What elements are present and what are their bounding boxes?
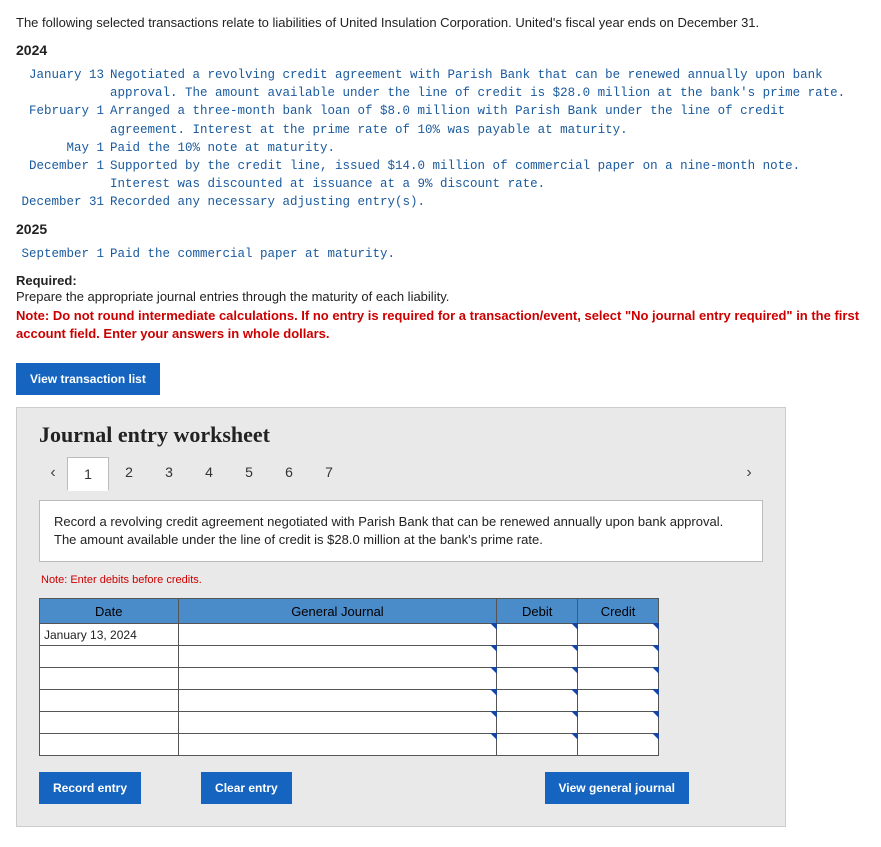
- transaction-row: May 1Paid the 10% note at maturity.: [16, 139, 865, 157]
- table-row: [40, 712, 659, 734]
- transaction-desc: Recorded any necessary adjusting entry(s…: [110, 193, 865, 211]
- required-text: Prepare the appropriate journal entries …: [16, 288, 865, 306]
- date-cell[interactable]: [40, 690, 179, 712]
- credit-cell[interactable]: [578, 624, 659, 646]
- credit-cell[interactable]: [578, 668, 659, 690]
- credit-cell[interactable]: [578, 690, 659, 712]
- year-header-2024: 2024: [16, 42, 865, 58]
- intro-text: The following selected transactions rela…: [16, 14, 865, 32]
- transactions-2024: January 13Negotiated a revolving credit …: [16, 66, 865, 211]
- tab-2[interactable]: 2: [109, 456, 149, 488]
- worksheet-title: Journal entry worksheet: [39, 422, 763, 448]
- account-cell[interactable]: [178, 734, 497, 756]
- account-cell[interactable]: [178, 646, 497, 668]
- debits-before-credits-note: Note: Enter debits before credits.: [41, 574, 763, 586]
- transaction-date: February 1: [16, 102, 110, 120]
- debit-cell[interactable]: [497, 734, 578, 756]
- table-row: January 13, 2024: [40, 624, 659, 646]
- debit-cell[interactable]: [497, 624, 578, 646]
- tab-5[interactable]: 5: [229, 456, 269, 488]
- col-general-journal: General Journal: [178, 599, 497, 624]
- account-cell[interactable]: [178, 624, 497, 646]
- account-cell[interactable]: [178, 712, 497, 734]
- transaction-date: January 13: [16, 66, 110, 84]
- chevron-left-icon[interactable]: ‹: [39, 464, 67, 482]
- transaction-row: December 1Supported by the credit line, …: [16, 157, 865, 193]
- transaction-desc: Negotiated a revolving credit agreement …: [110, 66, 865, 102]
- account-cell[interactable]: [178, 668, 497, 690]
- view-transaction-list-button[interactable]: View transaction list: [16, 363, 160, 395]
- tab-7[interactable]: 7: [309, 456, 349, 488]
- table-row: [40, 646, 659, 668]
- transaction-date: December 1: [16, 157, 110, 175]
- table-row: [40, 690, 659, 712]
- col-date: Date: [40, 599, 179, 624]
- transaction-row: February 1Arranged a three-month bank lo…: [16, 102, 865, 138]
- tab-3[interactable]: 3: [149, 456, 189, 488]
- chevron-right-icon[interactable]: ›: [735, 464, 763, 482]
- dropdown-indicator-icon: [652, 667, 659, 674]
- clear-entry-button[interactable]: Clear entry: [201, 772, 292, 804]
- year-header-2025: 2025: [16, 221, 865, 237]
- dropdown-indicator-icon: [652, 645, 659, 652]
- transaction-date: December 31: [16, 193, 110, 211]
- date-cell[interactable]: January 13, 2024: [40, 624, 179, 646]
- record-entry-button[interactable]: Record entry: [39, 772, 141, 804]
- transaction-desc: Arranged a three-month bank loan of $8.0…: [110, 102, 865, 138]
- dropdown-indicator-icon: [652, 711, 659, 718]
- debit-cell[interactable]: [497, 712, 578, 734]
- account-cell[interactable]: [178, 690, 497, 712]
- tab-1[interactable]: 1: [67, 457, 109, 491]
- transaction-row: January 13Negotiated a revolving credit …: [16, 66, 865, 102]
- table-row: [40, 734, 659, 756]
- tabs-row: ‹ 1234567 ›: [39, 456, 763, 490]
- transaction-desc: Paid the commercial paper at maturity.: [110, 245, 865, 263]
- dropdown-indicator-icon: [652, 623, 659, 630]
- transaction-row: December 31Recorded any necessary adjust…: [16, 193, 865, 211]
- required-header: Required:: [16, 273, 865, 288]
- dropdown-indicator-icon: [652, 689, 659, 696]
- transaction-row: September 1Paid the commercial paper at …: [16, 245, 865, 263]
- date-cell[interactable]: [40, 712, 179, 734]
- date-cell[interactable]: [40, 646, 179, 668]
- col-debit: Debit: [497, 599, 578, 624]
- date-cell[interactable]: [40, 734, 179, 756]
- debit-cell[interactable]: [497, 690, 578, 712]
- tab-4[interactable]: 4: [189, 456, 229, 488]
- transactions-2025: September 1Paid the commercial paper at …: [16, 245, 865, 263]
- journal-entry-worksheet-panel: Journal entry worksheet ‹ 1234567 › Reco…: [16, 407, 786, 827]
- tab-6[interactable]: 6: [269, 456, 309, 488]
- dropdown-indicator-icon: [652, 733, 659, 740]
- table-row: [40, 668, 659, 690]
- entry-description: Record a revolving credit agreement nego…: [39, 500, 763, 562]
- debit-cell[interactable]: [497, 646, 578, 668]
- credit-cell[interactable]: [578, 646, 659, 668]
- transaction-date: September 1: [16, 245, 110, 263]
- date-cell[interactable]: [40, 668, 179, 690]
- required-note: Note: Do not round intermediate calculat…: [16, 307, 865, 343]
- view-general-journal-button[interactable]: View general journal: [545, 772, 689, 804]
- credit-cell[interactable]: [578, 734, 659, 756]
- journal-entry-table: Date General Journal Debit Credit Januar…: [39, 598, 659, 756]
- col-credit: Credit: [578, 599, 659, 624]
- transaction-desc: Paid the 10% note at maturity.: [110, 139, 865, 157]
- transaction-date: May 1: [16, 139, 110, 157]
- transaction-desc: Supported by the credit line, issued $14…: [110, 157, 865, 193]
- debit-cell[interactable]: [497, 668, 578, 690]
- table-header-row: Date General Journal Debit Credit: [40, 599, 659, 624]
- credit-cell[interactable]: [578, 712, 659, 734]
